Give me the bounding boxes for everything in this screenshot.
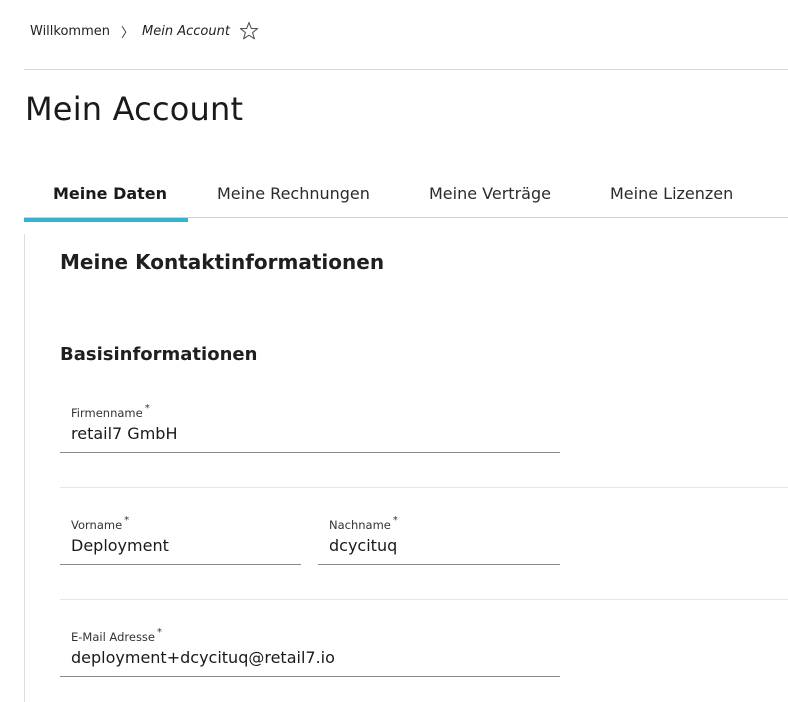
tab-meine-lizenzen[interactable]: Meine Lizenzen <box>610 184 733 203</box>
email-input[interactable] <box>71 648 551 667</box>
header-divider <box>24 69 788 70</box>
tab-meine-daten[interactable]: Meine Daten <box>53 184 167 203</box>
active-tab-indicator <box>24 218 188 222</box>
breadcrumb-separator-icon: 〉 <box>121 25 135 41</box>
subsection-title: Basisinformationen <box>60 344 258 365</box>
email-label: E-Mail Adresse * <box>71 627 163 644</box>
section-title: Meine Kontaktinformationen <box>60 250 385 274</box>
breadcrumb-home-link[interactable]: Willkommen <box>30 24 110 39</box>
row-divider <box>60 487 788 488</box>
email-field: E-Mail Adresse * <box>60 625 560 677</box>
company-label: Firmenname * <box>71 403 150 420</box>
firstname-input[interactable] <box>71 536 292 555</box>
page-title: Mein Account <box>25 90 244 128</box>
lastname-label: Nachname * <box>329 515 398 532</box>
row-divider <box>60 599 788 600</box>
firstname-field: Vorname * <box>60 513 301 565</box>
account-page: Willkommen 〉 Mein Account Mein Account M… <box>0 0 788 702</box>
firstname-label: Vorname * <box>71 515 130 532</box>
star-outline-icon[interactable] <box>239 21 259 41</box>
lastname-input[interactable] <box>329 536 551 555</box>
company-input[interactable] <box>71 424 551 443</box>
tab-meine-vertraege[interactable]: Meine Verträge <box>429 184 551 203</box>
breadcrumb: Willkommen 〉 Mein Account <box>30 21 259 41</box>
lastname-field: Nachname * <box>318 513 560 565</box>
tab-bar: Meine Daten Meine Rechnungen Meine Vertr… <box>24 172 788 222</box>
company-field: Firmenname * <box>60 401 560 453</box>
breadcrumb-current: Mein Account <box>142 23 230 39</box>
tab-meine-rechnungen[interactable]: Meine Rechnungen <box>217 184 370 203</box>
contact-info-panel: Meine Kontaktinformationen Basisinformat… <box>24 234 788 702</box>
